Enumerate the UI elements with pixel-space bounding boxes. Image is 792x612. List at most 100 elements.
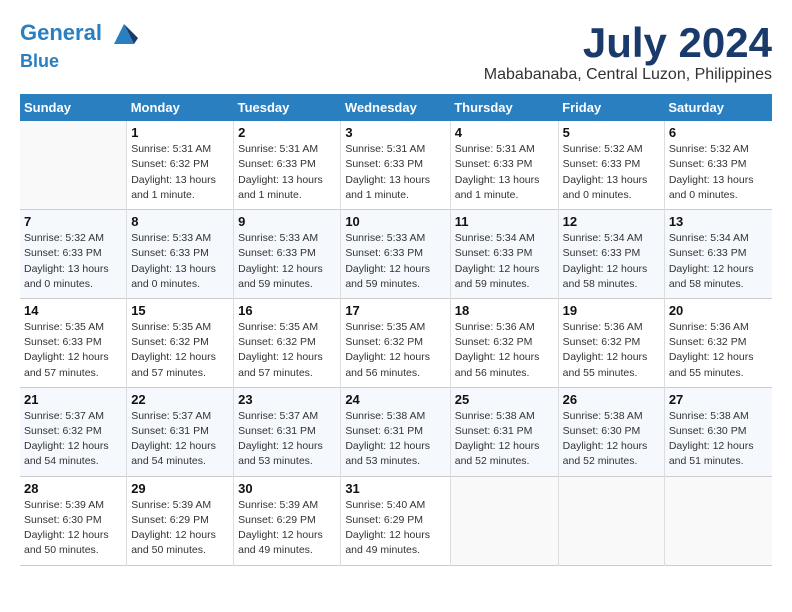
day-info: Sunrise: 5:33 AMSunset: 6:33 PMDaylight:… [131,231,229,292]
day-number: 2 [238,125,336,140]
day-number: 12 [563,214,660,229]
day-cell: 22 Sunrise: 5:37 AMSunset: 6:31 PMDayligh… [127,387,234,476]
day-cell: 4Sunrise: 5:31 AMSunset: 6:33 PMDaylight… [450,121,558,209]
header-sunday: Sunday [20,94,127,121]
day-cell: 16Sunrise: 5:35 AMSunset: 6:32 PMDayligh… [234,298,341,387]
day-number: 22 [131,392,229,407]
day-number: 31 [345,481,445,496]
calendar-table: SundayMondayTuesdayWednesdayThursdayFrid… [20,94,772,565]
day-info: Sunrise: 5:35 AMSunset: 6:32 PMDaylight:… [238,320,336,381]
day-number: 30 [238,481,336,496]
day-info: Sunrise: 5:34 AMSunset: 6:33 PMDaylight:… [563,231,660,292]
page-header: General Blue July 2024 Mababanaba, Centr… [20,20,772,84]
day-cell: 28Sunrise: 5:39 AMSunset: 6:30 PMDayligh… [20,476,127,565]
day-info: Sunrise: 5:37 AMSunset: 6:32 PMDaylight:… [24,409,122,470]
day-cell: 24 Sunrise: 5:38 AMSunset: 6:31 PMDayligh… [341,387,450,476]
day-cell: 20Sunrise: 5:36 AMSunset: 6:32 PMDayligh… [664,298,772,387]
day-info: Sunrise: 5:35 AMSunset: 6:32 PMDaylight:… [131,320,229,381]
day-info: Sunrise: 5:38 AMSunset: 6:31 PMDaylight:… [345,409,445,470]
day-number: 13 [669,214,768,229]
day-info: Sunrise: 5:31 AMSunset: 6:33 PMDaylight:… [345,142,445,203]
day-cell: 23 Sunrise: 5:37 AMSunset: 6:31 PMDayligh… [234,387,341,476]
day-number: 24 [345,392,445,407]
day-cell: 3 Sunrise: 5:31 AMSunset: 6:33 PMDaylight… [341,121,450,209]
day-cell: 10 Sunrise: 5:33 AMSunset: 6:33 PMDayligh… [341,210,450,299]
day-number: 7 [24,214,122,229]
day-info: Sunrise: 5:34 AMSunset: 6:33 PMDaylight:… [455,231,554,292]
day-cell: 18 Sunrise: 5:36 AMSunset: 6:32 PMDayligh… [450,298,558,387]
day-info: Sunrise: 5:37 AMSunset: 6:31 PMDaylight:… [238,409,336,470]
day-cell: 30Sunrise: 5:39 AMSunset: 6:29 PMDayligh… [234,476,341,565]
day-info: Sunrise: 5:40 AMSunset: 6:29 PMDaylight:… [345,498,445,559]
day-cell: 11 Sunrise: 5:34 AMSunset: 6:33 PMDayligh… [450,210,558,299]
logo: General Blue [20,20,138,72]
day-number: 23 [238,392,336,407]
week-row-3: 14 Sunrise: 5:35 AMSunset: 6:33 PMDayligh… [20,298,772,387]
header-wednesday: Wednesday [341,94,450,121]
header-friday: Friday [558,94,664,121]
day-info: Sunrise: 5:38 AMSunset: 6:31 PMDaylight:… [455,409,554,470]
day-number: 1 [131,125,229,140]
header-tuesday: Tuesday [234,94,341,121]
day-number: 25 [455,392,554,407]
day-info: Sunrise: 5:36 AMSunset: 6:32 PMDaylight:… [455,320,554,381]
day-info: Sunrise: 5:34 AMSunset: 6:33 PMDaylight:… [669,231,768,292]
day-number: 11 [455,214,554,229]
day-cell: 1Sunrise: 5:31 AMSunset: 6:32 PMDaylight… [127,121,234,209]
day-cell: 7 Sunrise: 5:32 AMSunset: 6:33 PMDaylight… [20,210,127,299]
day-cell: 8 Sunrise: 5:33 AMSunset: 6:33 PMDaylight… [127,210,234,299]
header-thursday: Thursday [450,94,558,121]
header-monday: Monday [127,94,234,121]
day-cell: 14 Sunrise: 5:35 AMSunset: 6:33 PMDayligh… [20,298,127,387]
day-info: Sunrise: 5:35 AMSunset: 6:32 PMDaylight:… [345,320,445,381]
day-number: 3 [345,125,445,140]
day-info: Sunrise: 5:31 AMSunset: 6:33 PMDaylight:… [238,142,336,203]
day-cell [664,476,772,565]
day-cell: 26 Sunrise: 5:38 AMSunset: 6:30 PMDayligh… [558,387,664,476]
day-info: Sunrise: 5:31 AMSunset: 6:33 PMDaylight:… [455,142,554,203]
day-number: 29 [131,481,229,496]
day-number: 8 [131,214,229,229]
day-cell: 2 Sunrise: 5:31 AMSunset: 6:33 PMDaylight… [234,121,341,209]
day-cell: 19 Sunrise: 5:36 AMSunset: 6:32 PMDayligh… [558,298,664,387]
logo-text-blue: Blue [20,48,138,72]
day-number: 19 [563,303,660,318]
day-number: 28 [24,481,122,496]
day-cell [450,476,558,565]
day-cell: 9Sunrise: 5:33 AMSunset: 6:33 PMDaylight… [234,210,341,299]
day-cell: 12 Sunrise: 5:34 AMSunset: 6:33 PMDayligh… [558,210,664,299]
month-title: July 2024 [484,20,772,66]
day-cell: 13 Sunrise: 5:34 AMSunset: 6:33 PMDayligh… [664,210,772,299]
day-cell [558,476,664,565]
day-info: Sunrise: 5:33 AMSunset: 6:33 PMDaylight:… [345,231,445,292]
day-cell: 17Sunrise: 5:35 AMSunset: 6:32 PMDayligh… [341,298,450,387]
day-cell: 27Sunrise: 5:38 AMSunset: 6:30 PMDayligh… [664,387,772,476]
calendar-header-row: SundayMondayTuesdayWednesdayThursdayFrid… [20,94,772,121]
day-info: Sunrise: 5:38 AMSunset: 6:30 PMDaylight:… [563,409,660,470]
title-section: July 2024 Mababanaba, Central Luzon, Phi… [484,20,772,84]
day-cell: 6Sunrise: 5:32 AMSunset: 6:33 PMDaylight… [664,121,772,209]
day-number: 14 [24,303,122,318]
day-number: 5 [563,125,660,140]
day-cell: 5Sunrise: 5:32 AMSunset: 6:33 PMDaylight… [558,121,664,209]
day-cell: 15Sunrise: 5:35 AMSunset: 6:32 PMDayligh… [127,298,234,387]
week-row-2: 7 Sunrise: 5:32 AMSunset: 6:33 PMDaylight… [20,210,772,299]
day-number: 18 [455,303,554,318]
day-info: Sunrise: 5:32 AMSunset: 6:33 PMDaylight:… [24,231,122,292]
day-cell: 25 Sunrise: 5:38 AMSunset: 6:31 PMDayligh… [450,387,558,476]
day-info: Sunrise: 5:36 AMSunset: 6:32 PMDaylight:… [563,320,660,381]
week-row-4: 21 Sunrise: 5:37 AMSunset: 6:32 PMDayligh… [20,387,772,476]
week-row-5: 28Sunrise: 5:39 AMSunset: 6:30 PMDayligh… [20,476,772,565]
day-number: 26 [563,392,660,407]
day-info: Sunrise: 5:33 AMSunset: 6:33 PMDaylight:… [238,231,336,292]
day-info: Sunrise: 5:37 AMSunset: 6:31 PMDaylight:… [131,409,229,470]
day-cell [20,121,127,209]
day-number: 27 [669,392,768,407]
day-cell: 31 Sunrise: 5:40 AMSunset: 6:29 PMDayligh… [341,476,450,565]
day-number: 21 [24,392,122,407]
day-info: Sunrise: 5:32 AMSunset: 6:33 PMDaylight:… [669,142,768,203]
logo-text: General [20,20,138,48]
day-info: Sunrise: 5:36 AMSunset: 6:32 PMDaylight:… [669,320,768,381]
day-number: 10 [345,214,445,229]
day-info: Sunrise: 5:35 AMSunset: 6:33 PMDaylight:… [24,320,122,381]
